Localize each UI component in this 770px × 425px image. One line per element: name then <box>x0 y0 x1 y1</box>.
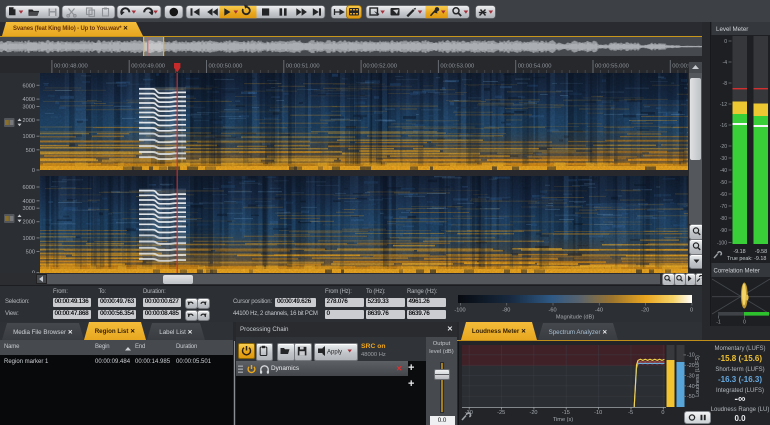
svg-text:-40: -40 <box>720 168 727 174</box>
svg-text:-1: -1 <box>716 320 721 326</box>
svg-text:0: 0 <box>743 320 746 326</box>
svg-text:3000: 3000 <box>23 206 35 212</box>
svg-text:00:00:54.000: 00:00:54.000 <box>518 64 552 70</box>
svg-text:00:00:51.000: 00:00:51.000 <box>286 64 320 70</box>
svg-text:00:00:52.000: 00:00:52.000 <box>363 64 397 70</box>
svg-text:-15: -15 <box>562 410 570 416</box>
svg-text:True peak: -9.18: True peak: -9.18 <box>727 256 766 262</box>
svg-text:-12: -12 <box>720 102 727 108</box>
svg-text:0: 0 <box>32 168 35 174</box>
svg-text:2000: 2000 <box>23 220 35 226</box>
svg-text:00:00:48.000: 00:00:48.000 <box>54 64 88 70</box>
svg-text:00:00:55.000: 00:00:55.000 <box>595 64 629 70</box>
svg-text:00:00:53.000: 00:00:53.000 <box>440 64 474 70</box>
svg-text:0: 0 <box>661 410 664 416</box>
svg-text:1000: 1000 <box>23 134 35 140</box>
svg-text:500: 500 <box>26 250 35 256</box>
svg-text:00:00:50.000: 00:00:50.000 <box>209 64 243 70</box>
svg-text:-90: -90 <box>720 228 727 234</box>
svg-text:-10: -10 <box>594 410 602 416</box>
svg-text:-70: -70 <box>720 204 727 210</box>
svg-text:-60: -60 <box>720 192 727 198</box>
svg-text:6000: 6000 <box>23 185 35 191</box>
svg-text:-8: -8 <box>723 81 728 87</box>
svg-text:3000: 3000 <box>23 105 35 111</box>
svg-text:-20: -20 <box>529 410 537 416</box>
svg-text:-4: -4 <box>723 60 728 66</box>
svg-text:500: 500 <box>26 148 35 154</box>
svg-text:-100: -100 <box>717 240 727 246</box>
svg-text:-16: -16 <box>720 123 727 129</box>
svg-text:-9.58: -9.58 <box>755 249 767 255</box>
svg-text:Apply: Apply <box>327 350 342 356</box>
svg-text:-20: -20 <box>720 144 727 150</box>
svg-text:-50: -50 <box>720 180 727 186</box>
svg-text:-30: -30 <box>720 156 727 162</box>
svg-text:00:00:49.000: 00:00:49.000 <box>131 64 165 70</box>
svg-text:Time (s): Time (s) <box>553 417 573 423</box>
svg-text:Correlation Meter: Correlation Meter <box>714 269 760 275</box>
svg-text:-40: -40 <box>595 308 603 314</box>
svg-text:-20: -20 <box>641 308 649 314</box>
svg-text:-60: -60 <box>549 308 557 314</box>
svg-text:-5: -5 <box>628 410 633 416</box>
svg-text:4000: 4000 <box>23 199 35 205</box>
svg-text:Level Meter: Level Meter <box>716 26 748 33</box>
svg-text:0: 0 <box>690 308 693 314</box>
svg-text:-100: -100 <box>454 308 465 314</box>
svg-text:-80: -80 <box>720 216 727 222</box>
svg-text:-9.18: -9.18 <box>733 249 745 255</box>
svg-text:1000: 1000 <box>23 236 35 242</box>
svg-text:4000: 4000 <box>23 97 35 103</box>
svg-text:0: 0 <box>724 39 727 45</box>
svg-text:6000: 6000 <box>23 83 35 89</box>
svg-text:2000: 2000 <box>23 118 35 124</box>
svg-text:Magnitude (dB): Magnitude (dB) <box>556 315 594 321</box>
svg-text:-80: -80 <box>502 308 510 314</box>
svg-text:-25: -25 <box>497 410 505 416</box>
